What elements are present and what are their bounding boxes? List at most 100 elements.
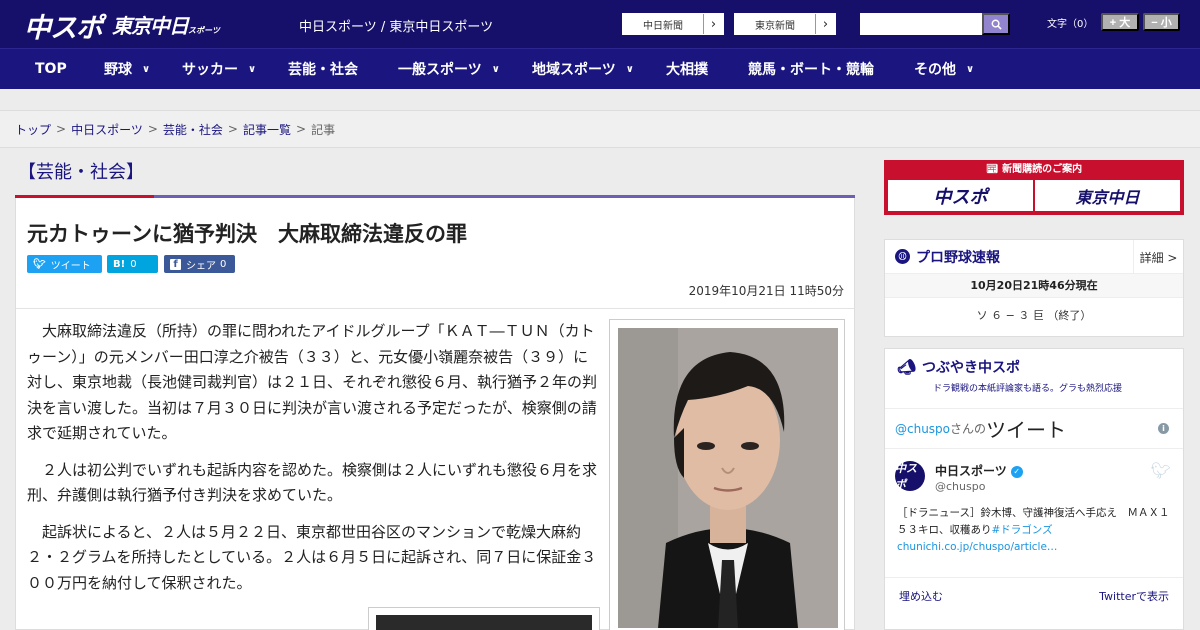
nav-label: 大相撲 — [666, 62, 708, 78]
tokyo-shimbun-button[interactable]: 東京新聞 › — [734, 13, 836, 35]
breadcrumb-link-article-list[interactable]: 記事一覧 — [243, 121, 291, 138]
breadcrumb-separator: > — [296, 122, 307, 136]
tweet-hashtag[interactable]: #ドラゴンズ — [992, 524, 1053, 536]
breadcrumb-link-chunichi-sports[interactable]: 中日スポーツ — [71, 121, 143, 138]
site-name: 中日スポーツ / 東京中日スポーツ — [299, 20, 494, 35]
nav-item-top[interactable]: TOP — [35, 49, 67, 89]
portrait-image — [618, 328, 838, 628]
tweet-button[interactable]: 🐦︎ ツイート — [27, 255, 102, 273]
tweets-by-header: @chuspo さんの ツイート i — [885, 409, 1183, 449]
twitter-handle-link[interactable]: @chuspo — [895, 422, 950, 436]
score-timestamp: 10月20日21時46分現在 — [885, 274, 1183, 298]
nav-item-other[interactable]: その他 ∨ — [914, 49, 974, 89]
nav-item-baseball[interactable]: 野球 ∨ — [104, 49, 150, 89]
san-label: さんの — [950, 422, 987, 436]
megaphone-icon: 📣︎ — [897, 358, 917, 376]
baseball-detail-link[interactable]: 詳細 > — [1133, 240, 1183, 274]
twitter-bird-icon[interactable]: 🐦︎ — [1151, 461, 1171, 480]
tweet-label: ツイート — [50, 260, 91, 272]
chevron-right-icon: › — [815, 14, 835, 34]
search-input[interactable] — [860, 13, 982, 35]
article-paragraph: 大麻取締法違反（所持）の罪に問われたアイドルグループ「ＫＡＴ―ＴＵＮ（カトゥーン… — [27, 322, 598, 442]
nav-item-sumo[interactable]: 大相撲 — [666, 49, 708, 89]
tokyo-shimbun-label: 東京新聞 — [755, 20, 795, 32]
chevron-down-icon: ∨ — [142, 63, 151, 75]
share-label: シェア — [186, 260, 216, 272]
breadcrumb-separator: > — [227, 122, 238, 136]
verified-icon: ✓ — [1010, 465, 1023, 478]
nav-item-general-sports[interactable]: 一般スポーツ ∨ — [398, 49, 500, 89]
facebook-icon: f — [170, 258, 181, 270]
nav-item-local-sports[interactable]: 地域スポーツ ∨ — [532, 49, 634, 89]
photo-image — [618, 328, 838, 628]
baseball-panel-title: プロ野球速報 — [916, 249, 1000, 266]
subscription-banner: 📰︎ 新聞購読のご案内 中スポ 東京中日 — [884, 160, 1184, 215]
nav-item-racing[interactable]: 競馬・ボート・競輪 — [748, 49, 874, 89]
tweet-user-name-text: 中日スポーツ — [935, 464, 1007, 478]
view-on-twitter-link[interactable]: Twitterで表示 — [1099, 588, 1169, 604]
nav-label: 芸能・社会 — [288, 62, 358, 78]
photo-image — [376, 615, 592, 630]
article-paragraph: ２人は初公判でいずれも起訴内容を認めた。検察側は２人にいずれも懲役６月を求刑、弁… — [27, 460, 598, 505]
article: 元カトゥーンに猶予判決 大麻取締法違反の罪 🐦︎ ツイート B! 0 f シェア 0 2… — [15, 198, 855, 630]
article-title: 元カトゥーンに猶予判決 大麻取締法違反の罪 — [27, 222, 467, 246]
divider — [16, 308, 854, 309]
subscription-title: 📰︎ 新聞購読のご案内 — [887, 163, 1181, 176]
nav-label: その他 — [914, 62, 956, 78]
site-header: 中スポ 東京中日スポーツ 中日スポーツ / 東京中日スポーツ 中日新聞 › 東京新… — [0, 0, 1200, 48]
nav-item-entertainment[interactable]: 芸能・社会 — [288, 49, 358, 89]
tokyo-logo-small: スポーツ — [188, 26, 220, 35]
category-heading: 【芸能・社会】 — [18, 162, 144, 183]
subscribe-chuspo-button[interactable]: 中スポ — [888, 180, 1033, 211]
tsubuyaki-title-row: 📣︎ つぶやき中スポ — [897, 357, 1171, 377]
twitter-panel-footer: 埋め込む Twitterで表示 — [885, 577, 1183, 613]
tweet-text: ［ドラニュース］鈴木博、守護神復活へ手応え ＭＡＸ１５３キロ、収穫あり#ドラゴン… — [897, 505, 1172, 556]
twitter-panel: 📣︎ つぶやき中スポ ドラ観戦の本紙評論家も語る。グラも熱烈応援 @chuspo さ… — [884, 348, 1184, 630]
search-icon — [991, 19, 1002, 30]
avatar[interactable]: 中スポ — [895, 461, 925, 491]
embed-link[interactable]: 埋め込む — [899, 588, 943, 604]
nav-label: 競馬・ボート・競輪 — [748, 62, 874, 78]
tweet-user-handle[interactable]: @chuspo — [935, 480, 985, 493]
main-nav: TOP 野球 ∨ サッカー ∨ 芸能・社会 一般スポーツ ∨ 地域スポーツ ∨ 大相撲 … — [0, 48, 1200, 89]
font-smaller-button[interactable]: − 小 — [1143, 13, 1180, 31]
tsubuyaki-title: つぶやき中スポ — [922, 360, 1021, 376]
article-body: 大麻取締法違反（所持）の罪に問われたアイドルグループ「ＫＡＴ―ＴＵＮ（カトゥーン… — [27, 319, 602, 607]
share-count: 0 — [220, 258, 227, 270]
nav-label: 一般スポーツ — [398, 62, 482, 78]
nav-label: 地域スポーツ — [532, 62, 616, 78]
hatena-bookmark-button[interactable]: B! 0 — [107, 255, 158, 273]
tsubuyaki-header: 📣︎ つぶやき中スポ ドラ観戦の本紙評論家も語る。グラも熱烈応援 — [885, 349, 1183, 409]
search-button[interactable] — [982, 13, 1010, 35]
tweets-heading: ツイート — [986, 418, 1067, 442]
tweet-card[interactable]: 中スポ 中日スポーツ ✓ @chuspo 🐦︎ ［ドラニュース］鈴木博、守護神復活… — [885, 449, 1183, 577]
info-icon[interactable]: i — [1158, 423, 1169, 434]
facebook-share-button[interactable]: f シェア 0 — [164, 255, 235, 273]
chevron-down-icon: ∨ — [491, 63, 500, 75]
article-photo-secondary[interactable] — [368, 607, 600, 630]
chunichi-shimbun-button[interactable]: 中日新聞 › — [622, 13, 724, 35]
chevron-right-icon: › — [703, 14, 723, 34]
tokyo-logo-text: 東京中日 — [112, 14, 189, 38]
tokyo-chunichi-logo[interactable]: 東京中日スポーツ — [112, 10, 220, 39]
breadcrumb-current: 記事 — [311, 122, 336, 137]
tweet-user-name[interactable]: 中日スポーツ ✓ — [935, 462, 1023, 479]
chevron-down-icon: ∨ — [625, 63, 634, 75]
baseball-icon: ⚾︎ — [895, 249, 910, 264]
subscribe-tokyo-chunichi-button[interactable]: 東京中日 — [1035, 180, 1180, 211]
baseball-panel-header: ⚾︎ プロ野球速報 詳細 > — [885, 240, 1183, 274]
article-photo[interactable] — [609, 319, 845, 630]
font-bigger-button[interactable]: + 大 — [1101, 13, 1139, 31]
tweet-link[interactable]: chunichi.co.jp/chuspo/article… — [897, 541, 1057, 553]
article-date: 2019年10月21日 11時50分 — [688, 284, 844, 298]
score-row[interactable]: ソ ６ − ３ 巨 （終了） — [885, 298, 1183, 334]
chuspo-logo[interactable]: 中スポ — [24, 6, 103, 45]
tsubuyaki-subtitle: ドラ観戦の本紙評論家も語る。グラも熱烈応援 — [933, 384, 1123, 394]
breadcrumb-separator: > — [56, 122, 67, 136]
breadcrumb-link-top[interactable]: トップ — [15, 121, 51, 138]
hatena-icon: B! — [113, 258, 126, 270]
font-size-label: 文字（0） — [1047, 19, 1094, 30]
nav-item-soccer[interactable]: サッカー ∨ — [182, 49, 256, 89]
nav-label: 野球 — [104, 62, 132, 78]
breadcrumb-link-entertainment[interactable]: 芸能・社会 — [163, 121, 223, 138]
